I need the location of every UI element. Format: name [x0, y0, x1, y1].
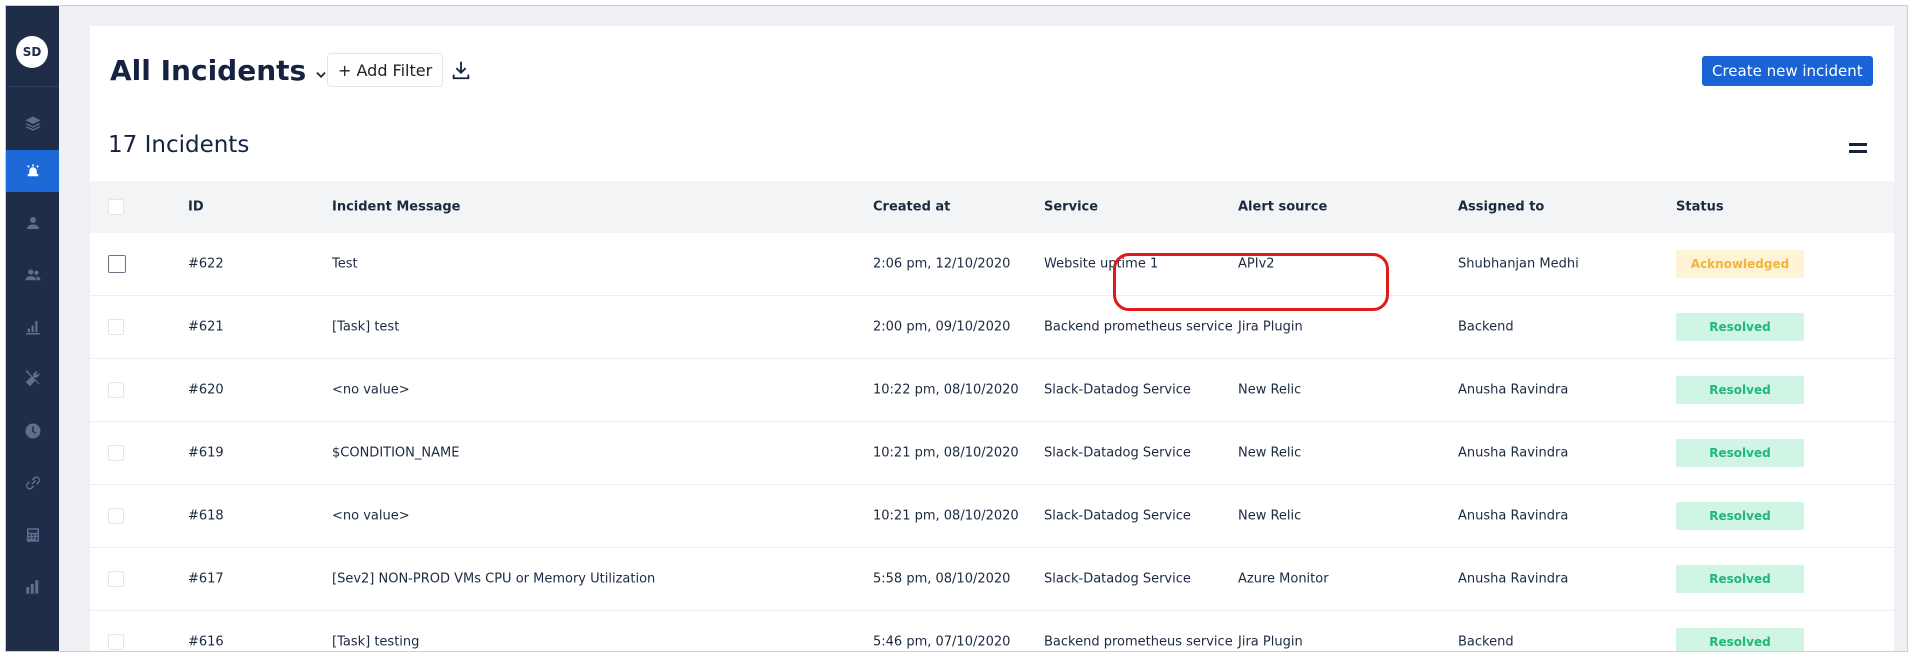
incidents-panel: All Incidents + Add Filter Create new in…	[90, 26, 1894, 651]
incidents-view-dropdown[interactable]: All Incidents	[110, 54, 328, 87]
incident-id[interactable]: #618	[188, 509, 224, 524]
table-header: ID Incident Message Created at Service A…	[90, 181, 1894, 233]
incident-id[interactable]: #616	[188, 635, 224, 650]
table-row[interactable]: #617 [Sev2] NON-PROD VMs CPU or Memory U…	[90, 548, 1894, 611]
download-icon[interactable]	[450, 59, 472, 81]
create-incident-button[interactable]: Create new incident	[1702, 56, 1873, 86]
incident-created: 10:22 pm, 08/10/2020	[873, 382, 1019, 398]
status-badge: Resolved	[1676, 439, 1804, 467]
incident-created: 5:46 pm, 07/10/2020	[873, 634, 1011, 650]
column-menu-icon[interactable]	[1849, 143, 1867, 157]
incident-service: Slack-Datadog Service	[1044, 445, 1191, 461]
tools-icon[interactable]	[6, 358, 59, 400]
add-filter-button[interactable]: + Add Filter	[327, 53, 444, 87]
table-row[interactable]: #618 <no value> 10:21 pm, 08/10/2020 Sla…	[90, 485, 1894, 548]
status-badge: Resolved	[1676, 502, 1804, 530]
incident-siren-icon[interactable]	[6, 150, 59, 192]
column-header-alert-source[interactable]: Alert source	[1238, 200, 1327, 215]
column-header-status[interactable]: Status	[1676, 200, 1724, 215]
column-header-assigned[interactable]: Assigned to	[1458, 200, 1544, 215]
column-header-service[interactable]: Service	[1044, 200, 1098, 215]
incident-service: Slack-Datadog Service	[1044, 382, 1191, 398]
incident-assignee: Shubhanjan Medhi	[1458, 256, 1579, 272]
table-row[interactable]: #619 $CONDITION_NAME 10:21 pm, 08/10/202…	[90, 422, 1894, 485]
link-icon[interactable]	[6, 462, 59, 504]
incident-service: Backend prometheus service	[1044, 319, 1233, 335]
incident-created: 2:06 pm, 12/10/2020	[873, 256, 1011, 272]
table-row[interactable]: #616 [Task] testing 5:46 pm, 07/10/2020 …	[90, 611, 1894, 651]
incident-service: Website uptime 1	[1044, 256, 1159, 272]
incident-created: 5:58 pm, 08/10/2020	[873, 571, 1011, 587]
incident-alert-source: Jira Plugin	[1238, 634, 1303, 650]
select-all-checkbox[interactable]	[108, 199, 124, 215]
incident-alert-source: Azure Monitor	[1238, 571, 1329, 587]
incident-service: Slack-Datadog Service	[1044, 571, 1191, 587]
row-checkbox[interactable]	[108, 571, 124, 587]
bar-chart-icon[interactable]	[6, 306, 59, 348]
clock-icon[interactable]	[6, 410, 59, 452]
incident-assignee: Anusha Ravindra	[1458, 508, 1569, 524]
incident-assignee: Anusha Ravindra	[1458, 445, 1569, 461]
incident-alert-source: Jira Plugin	[1238, 319, 1303, 335]
status-badge: Resolved	[1676, 565, 1804, 593]
incident-message[interactable]: <no value>	[332, 509, 410, 524]
incident-service: Backend prometheus service	[1044, 634, 1233, 650]
incident-created: 2:00 pm, 09/10/2020	[873, 319, 1011, 335]
incident-alert-source: New Relic	[1238, 445, 1302, 461]
row-checkbox[interactable]	[108, 508, 124, 524]
page-title: All Incidents	[110, 54, 307, 87]
incident-id[interactable]: #622	[188, 257, 224, 272]
incident-created: 10:21 pm, 08/10/2020	[873, 508, 1019, 524]
incidents-table: ID Incident Message Created at Service A…	[90, 181, 1894, 651]
incident-assignee: Anusha Ravindra	[1458, 382, 1569, 398]
incident-id[interactable]: #619	[188, 446, 224, 461]
app-window: SD All Incidents + Add Filter Create new…	[5, 5, 1908, 652]
incident-message[interactable]: [Task] testing	[332, 635, 419, 650]
incident-id[interactable]: #621	[188, 320, 224, 335]
column-header-id[interactable]: ID	[188, 200, 204, 215]
row-checkbox[interactable]	[108, 382, 124, 398]
table-row[interactable]: #622 Test 2:06 pm, 12/10/2020 Website up…	[90, 233, 1894, 296]
incident-service: Slack-Datadog Service	[1044, 508, 1191, 524]
row-checkbox[interactable]	[108, 255, 126, 273]
table-row[interactable]: #621 [Task] test 2:00 pm, 09/10/2020 Bac…	[90, 296, 1894, 359]
incident-alert-source: APIv2	[1238, 256, 1275, 272]
incident-assignee: Backend	[1458, 319, 1514, 335]
row-checkbox[interactable]	[108, 634, 124, 650]
layers-icon[interactable]	[6, 103, 59, 145]
status-badge: Resolved	[1676, 628, 1804, 651]
incident-message[interactable]: Test	[332, 257, 358, 272]
incident-created: 10:21 pm, 08/10/2020	[873, 445, 1019, 461]
incident-id[interactable]: #617	[188, 572, 224, 587]
incident-alert-source: New Relic	[1238, 508, 1302, 524]
sidebar-divider	[6, 86, 59, 87]
row-checkbox[interactable]	[108, 319, 124, 335]
status-badge: Acknowledged	[1676, 250, 1804, 278]
status-badge: Resolved	[1676, 376, 1804, 404]
column-header-message[interactable]: Incident Message	[332, 200, 461, 215]
incident-id[interactable]: #620	[188, 383, 224, 398]
sidebar: SD	[6, 6, 59, 651]
incident-count: 17 Incidents	[108, 132, 250, 158]
incident-message[interactable]: $CONDITION_NAME	[332, 446, 459, 461]
incident-alert-source: New Relic	[1238, 382, 1302, 398]
incident-message[interactable]: [Task] test	[332, 320, 399, 335]
status-badge: Resolved	[1676, 313, 1804, 341]
row-checkbox[interactable]	[108, 445, 124, 461]
table-row[interactable]: #620 <no value> 10:22 pm, 08/10/2020 Sla…	[90, 359, 1894, 422]
incident-assignee: Anusha Ravindra	[1458, 571, 1569, 587]
users-icon[interactable]	[6, 254, 59, 296]
incident-message[interactable]: <no value>	[332, 383, 410, 398]
user-avatar[interactable]: SD	[16, 36, 48, 68]
analytics-icon[interactable]	[6, 566, 59, 608]
incident-assignee: Backend	[1458, 634, 1514, 650]
user-icon[interactable]	[6, 202, 59, 244]
calculator-icon[interactable]	[6, 514, 59, 556]
column-header-created[interactable]: Created at	[873, 200, 950, 215]
incident-message[interactable]: [Sev2] NON-PROD VMs CPU or Memory Utiliz…	[332, 572, 655, 587]
